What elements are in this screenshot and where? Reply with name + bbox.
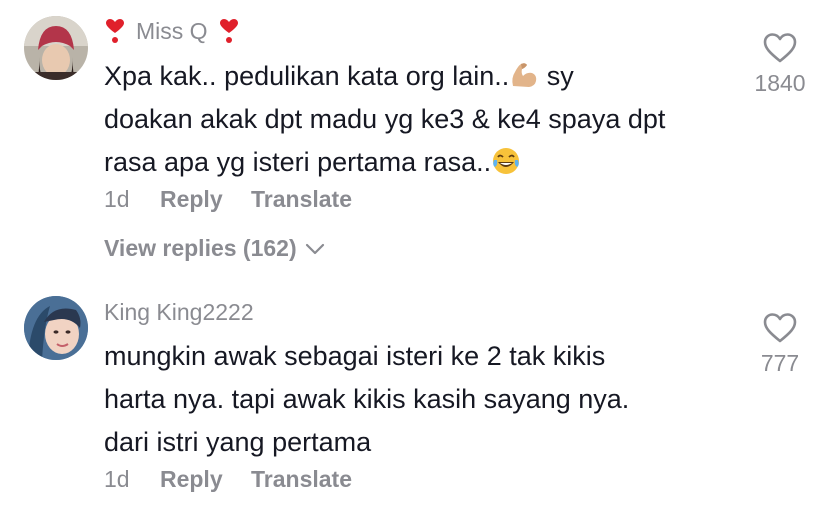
avatar[interactable] (24, 16, 88, 80)
view-replies-button[interactable]: View replies (162) (104, 235, 325, 262)
comment-time: 1d (104, 186, 130, 212)
comment-text: mungkin awak sebagai isteri ke 2 tak kik… (104, 335, 744, 464)
translate-button[interactable]: Translate (251, 186, 352, 212)
comment-line: Xpa kak.. pedulikan kata org lain.. sy (104, 61, 574, 91)
heart-exclamation-emoji-icon (219, 18, 238, 43)
comment-line: mungkin awak sebagai isteri ke 2 tak kik… (104, 341, 606, 371)
chevron-down-icon (305, 243, 324, 254)
comment-line: harta nya. tapi awak kikis kasih sayang … (104, 384, 630, 414)
username-text: King King2222 (104, 299, 254, 325)
tears-of-joy-emoji-icon (493, 148, 520, 174)
comment-text: Xpa kak.. pedulikan kata org lain.. sy d… (104, 55, 744, 184)
comment-line: rasa apa yg isteri pertama rasa.. (104, 141, 744, 184)
comment-username[interactable]: Miss Q (104, 18, 240, 45)
heart-outline-icon[interactable] (762, 312, 798, 344)
username-text: Miss Q (136, 18, 208, 44)
like-count: 777 (760, 350, 800, 376)
reply-button[interactable]: Reply (160, 186, 223, 212)
like-count: 1840 (754, 70, 806, 96)
flexed-biceps-emoji-icon (512, 63, 537, 87)
comment-meta: 1d Reply Translate (104, 186, 352, 213)
like-group: 1840 (748, 32, 812, 97)
view-replies-label: View replies (162) (104, 235, 297, 261)
like-group: 777 (748, 312, 812, 377)
comment-line: doakan akak dpt madu yg ke3 & ke4 spaya … (104, 104, 666, 134)
translate-button[interactable]: Translate (251, 466, 352, 492)
comment-time: 1d (104, 466, 130, 492)
heart-outline-icon[interactable] (762, 32, 798, 64)
reply-button[interactable]: Reply (160, 466, 223, 492)
comment-meta: 1d Reply Translate (104, 466, 352, 493)
heart-exclamation-emoji-icon (106, 18, 124, 43)
avatar[interactable] (24, 296, 88, 360)
comment-line: dari istri yang pertama (104, 427, 372, 457)
comment-username[interactable]: King King2222 (104, 299, 254, 326)
